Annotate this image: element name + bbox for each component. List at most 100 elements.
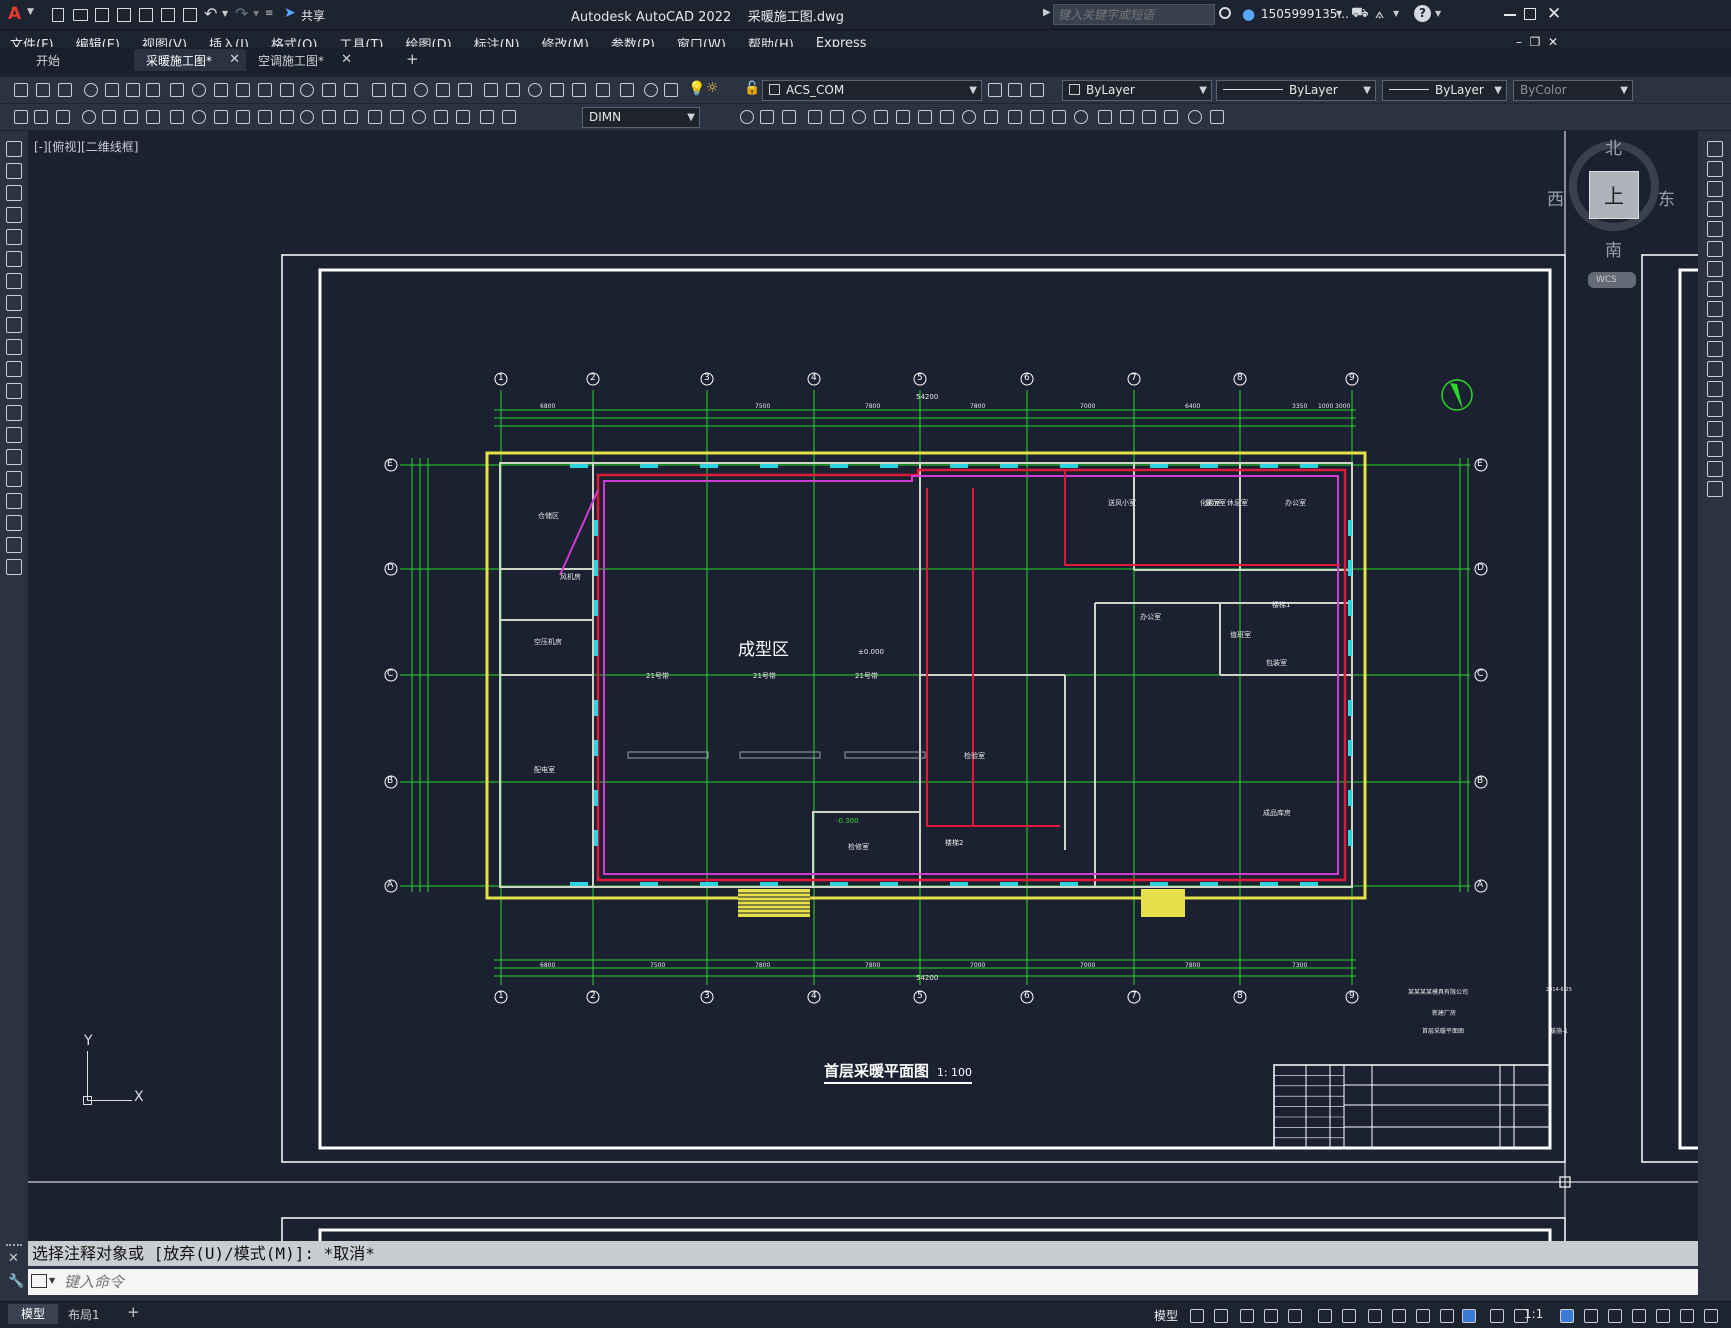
dim-tool-19-icon[interactable] (434, 110, 448, 124)
viewcube-top-face[interactable]: 上 (1589, 171, 1639, 219)
standard-tool-26-icon[interactable] (596, 83, 610, 97)
dim-tool-30-icon[interactable] (896, 110, 910, 124)
dim-tool-23-icon[interactable] (740, 110, 754, 124)
dim-tool-33-icon[interactable] (962, 110, 976, 124)
viewcube-south[interactable]: 南 (1605, 236, 1622, 261)
dim-tool-6-icon[interactable] (146, 110, 160, 124)
customize-qat-icon[interactable]: ≡ (265, 8, 273, 19)
dim-tool-9-icon[interactable] (214, 110, 228, 124)
modify-tool-8-icon[interactable] (1707, 301, 1723, 317)
standard-tool-14-icon[interactable] (322, 83, 336, 97)
standard-tool-3-icon[interactable] (84, 83, 98, 97)
tab-close-icon[interactable]: ✕ (229, 52, 240, 67)
command-customize-icon[interactable]: 🔧 (8, 1274, 24, 1289)
viewcube-north[interactable]: 北 (1605, 134, 1622, 159)
dim-tool-31-icon[interactable] (918, 110, 932, 124)
tab-heating-drawing[interactable]: 采暖施工图* ✕ (134, 49, 246, 71)
modify-tool-6-icon[interactable] (1707, 261, 1723, 277)
save-icon[interactable] (95, 8, 109, 22)
draw-tool-10-icon[interactable] (6, 361, 22, 377)
draw-tool-7-icon[interactable] (6, 295, 22, 311)
minimize-icon[interactable] (1504, 14, 1516, 16)
command-grip-icon[interactable] (6, 1244, 22, 1248)
command-prompt-icon[interactable] (31, 1274, 47, 1288)
dim-tool-43-icon[interactable] (1188, 110, 1202, 124)
dim-tool-3-icon[interactable] (82, 110, 96, 124)
status-toggle-19-icon[interactable] (1680, 1309, 1694, 1323)
draw-tool-3-icon[interactable] (6, 207, 22, 223)
draw-tool-0-icon[interactable] (6, 141, 22, 157)
dim-tool-37-icon[interactable] (1052, 110, 1066, 124)
status-toggle-9-icon[interactable] (1416, 1309, 1430, 1323)
status-toggle-0-icon[interactable] (1190, 1309, 1204, 1323)
modify-tool-12-icon[interactable] (1707, 381, 1723, 397)
tab-start[interactable]: 开始 (24, 49, 134, 71)
dim-tool-7-icon[interactable] (170, 110, 184, 124)
dim-tool-1-icon[interactable] (34, 110, 48, 124)
status-toggle-12-icon[interactable] (1490, 1309, 1504, 1323)
modify-tool-3-icon[interactable] (1707, 201, 1723, 217)
dim-tool-25-icon[interactable] (782, 110, 796, 124)
autocad-logo-icon[interactable]: A (8, 5, 24, 23)
drawing-canvas[interactable]: [-][俯视][二维线框] 112233445566778899EEDDCCBB… (28, 131, 1698, 1241)
standard-tool-29-icon[interactable] (664, 83, 678, 97)
close-icon[interactable]: ✕ (1547, 4, 1561, 24)
dim-tool-22-icon[interactable] (502, 110, 516, 124)
search-icon[interactable] (1219, 7, 1231, 19)
status-toggle-17-icon[interactable] (1632, 1309, 1646, 1323)
annotation-scale[interactable]: 1:1 (1524, 1307, 1543, 1321)
status-toggle-11-icon[interactable] (1462, 1309, 1476, 1323)
modify-tool-14-icon[interactable] (1707, 421, 1723, 437)
command-input[interactable] (64, 1271, 1664, 1293)
new-file-icon[interactable] (52, 8, 64, 22)
dim-tool-15-icon[interactable] (344, 110, 358, 124)
lineweight-dropdown[interactable]: ByLayer ▼ (1382, 80, 1507, 101)
command-prompt-dropdown-icon[interactable]: ▼ (49, 1276, 55, 1285)
standard-tool-24-icon[interactable] (550, 83, 564, 97)
modify-tool-0-icon[interactable] (1707, 141, 1723, 157)
standard-tool-13-icon[interactable] (300, 83, 314, 97)
model-space-button[interactable]: 模型 (1154, 1307, 1178, 1324)
draw-tool-16-icon[interactable] (6, 493, 22, 509)
app-menu-chevron-icon[interactable]: ▼ (27, 7, 34, 17)
dim-tool-42-icon[interactable] (1164, 110, 1178, 124)
status-toggle-5-icon[interactable] (1318, 1309, 1332, 1323)
user-icon[interactable]: ● (1242, 5, 1256, 23)
redo-dropdown-icon[interactable]: ▼ (253, 9, 259, 18)
standard-tool-25-icon[interactable] (572, 83, 586, 97)
wcs-menu[interactable]: WCS (1588, 272, 1636, 288)
modify-tool-17-icon[interactable] (1707, 481, 1723, 497)
status-toggle-14-icon[interactable] (1560, 1309, 1574, 1323)
standard-tool-21-icon[interactable] (484, 83, 498, 97)
draw-tool-6-icon[interactable] (6, 273, 22, 289)
modify-tool-2-icon[interactable] (1707, 181, 1723, 197)
open-file-icon[interactable] (73, 9, 88, 21)
standard-tool-28-icon[interactable] (644, 83, 658, 97)
modify-tool-13-icon[interactable] (1707, 401, 1723, 417)
dim-tool-14-icon[interactable] (322, 110, 336, 124)
save-web-icon[interactable] (161, 8, 175, 22)
dim-tool-11-icon[interactable] (258, 110, 272, 124)
dim-tool-17-icon[interactable] (390, 110, 404, 124)
draw-tool-11-icon[interactable] (6, 383, 22, 399)
draw-tool-8-icon[interactable] (6, 317, 22, 333)
standard-tool-32-icon[interactable] (1030, 83, 1044, 97)
standard-tool-9-icon[interactable] (214, 83, 228, 97)
dim-tool-28-icon[interactable] (852, 110, 866, 124)
dim-tool-41-icon[interactable] (1142, 110, 1156, 124)
autodesk-app-icon[interactable]: ⟑ (1375, 4, 1384, 22)
draw-tool-1-icon[interactable] (6, 163, 22, 179)
status-toggle-8-icon[interactable] (1392, 1309, 1406, 1323)
viewcube-east[interactable]: 东 (1658, 185, 1675, 210)
modify-tool-11-icon[interactable] (1707, 361, 1723, 377)
standard-tool-31-icon[interactable] (1008, 83, 1022, 97)
modify-tool-5-icon[interactable] (1707, 241, 1723, 257)
status-toggle-16-icon[interactable] (1608, 1309, 1622, 1323)
standard-tool-2-icon[interactable] (58, 83, 72, 97)
viewcube-west[interactable]: 西 (1547, 185, 1564, 210)
status-toggle-15-icon[interactable] (1584, 1309, 1598, 1323)
maximize-icon[interactable] (1524, 8, 1536, 20)
tab-close-icon[interactable]: ✕ (341, 52, 352, 67)
dim-tool-13-icon[interactable] (300, 110, 314, 124)
standard-tool-22-icon[interactable] (506, 83, 520, 97)
